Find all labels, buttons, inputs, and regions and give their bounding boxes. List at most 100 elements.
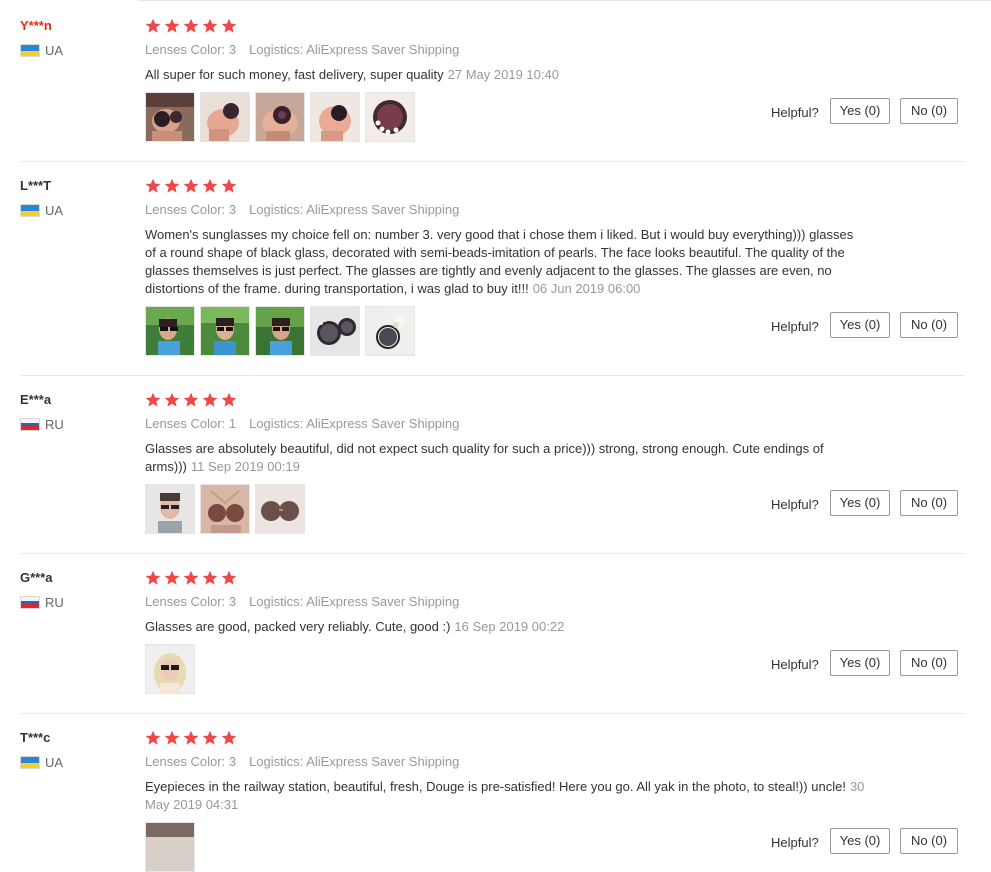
review-photo-thumbnail[interactable] — [200, 484, 250, 534]
star-icon — [221, 730, 237, 746]
star-icon — [183, 178, 199, 194]
star-icon — [221, 570, 237, 586]
reviewer-name: G***a — [20, 570, 53, 585]
ru-flag-icon — [20, 418, 40, 431]
review-photo-thumbnail[interactable] — [365, 92, 415, 142]
top-divider — [138, 0, 991, 1]
review-divider — [20, 161, 965, 162]
star-icon — [164, 730, 180, 746]
logistics-label: Logistics: — [249, 754, 304, 769]
country-code: RU — [45, 595, 64, 610]
star-icon — [183, 730, 199, 746]
helpful-no-button[interactable]: No (0) — [900, 650, 958, 676]
review-attributes: Lenses Color: 3 Logistics: AliExpress Sav… — [145, 42, 459, 58]
helpful-no-button[interactable]: No (0) — [900, 490, 958, 516]
lenses-color-value: 1 — [228, 416, 237, 431]
lenses-color-value: 3 — [228, 202, 237, 217]
review-item: L***T UA Lenses Color: 3 Logistics: AliExpr… — [0, 178, 991, 375]
logistics-label: Logistics: — [249, 594, 304, 609]
ua-flag-icon — [20, 756, 40, 769]
review-text: Women's sunglasses my choice fell on: nu… — [145, 226, 865, 298]
reviewer-name: L***T — [20, 178, 52, 193]
review-body: Glasses are good, packed very reliably. … — [145, 619, 451, 634]
lenses-color-value: 3 — [228, 754, 237, 769]
helpful-no-button[interactable]: No (0) — [900, 98, 958, 124]
logistics-label: Logistics: — [249, 42, 304, 57]
lenses-color-label: Lenses Color: — [145, 594, 226, 609]
star-icon — [145, 392, 161, 408]
photo-image — [201, 485, 249, 533]
photo-image — [311, 307, 359, 355]
helpful-yes-button[interactable]: Yes (0) — [830, 490, 890, 516]
review-divider — [20, 553, 965, 554]
photo-image — [146, 645, 194, 693]
review-body: Women's sunglasses my choice fell on: nu… — [145, 227, 854, 296]
logistics-value: AliExpress Saver Shipping — [306, 754, 460, 769]
review-photo-thumbnail[interactable] — [200, 306, 250, 356]
review-attributes: Lenses Color: 3 Logistics: AliExpress Sav… — [145, 754, 459, 770]
star-icon — [164, 570, 180, 586]
ru-flag-icon — [20, 596, 40, 609]
helpful-no-button[interactable]: No (0) — [900, 828, 958, 854]
star-icon — [221, 392, 237, 408]
photo-image — [256, 307, 304, 355]
helpful-yes-button[interactable]: Yes (0) — [830, 312, 890, 338]
logistics-value: AliExpress Saver Shipping — [306, 416, 460, 431]
country-code: UA — [45, 43, 64, 58]
review-photo-thumbnail[interactable] — [255, 306, 305, 356]
review-photo-thumbnail[interactable] — [310, 306, 360, 356]
review-attributes: Lenses Color: 3 Logistics: AliExpress Sav… — [145, 594, 459, 610]
review-photo-thumbnail[interactable] — [145, 484, 195, 534]
lenses-color-label: Lenses Color: — [145, 202, 226, 217]
star-icon — [202, 730, 218, 746]
review-photo-thumbnail[interactable] — [200, 92, 250, 142]
helpful-no-button[interactable]: No (0) — [900, 312, 958, 338]
star-icon — [145, 730, 161, 746]
photo-image — [146, 485, 194, 533]
review-photo-thumbnail[interactable] — [255, 484, 305, 534]
review-body: All super for such money, fast delivery,… — [145, 67, 444, 82]
lenses-color-label: Lenses Color: — [145, 754, 226, 769]
review-date: 16 Sep 2019 00:22 — [454, 619, 565, 634]
helpful-label: Helpful? — [771, 105, 819, 120]
review-photo-thumbnail[interactable] — [145, 644, 195, 694]
helpful-yes-button[interactable]: Yes (0) — [830, 828, 890, 854]
helpful-yes-button[interactable]: Yes (0) — [830, 98, 890, 124]
helpful-yes-button[interactable]: Yes (0) — [830, 650, 890, 676]
star-icon — [145, 18, 161, 34]
review-photo-thumbnail[interactable] — [255, 92, 305, 142]
logistics-value: AliExpress Saver Shipping — [306, 42, 460, 57]
star-icon — [202, 18, 218, 34]
star-icon — [164, 178, 180, 194]
review-text: Eyepieces in the railway station, beauti… — [145, 778, 865, 814]
photo-image — [256, 485, 304, 533]
ua-flag-icon — [20, 204, 40, 217]
review-attributes: Lenses Color: 1 Logistics: AliExpress Sav… — [145, 416, 459, 432]
review-photo-thumbnail[interactable] — [310, 92, 360, 142]
helpful-label: Helpful? — [771, 835, 819, 850]
review-item: T***c UA Lenses Color: 3 Logistics: AliExpr… — [0, 730, 991, 872]
photo-image — [311, 93, 359, 141]
review-photo-thumbnail[interactable] — [365, 306, 415, 356]
review-attributes: Lenses Color: 3 Logistics: AliExpress Sav… — [145, 202, 459, 218]
lenses-color-label: Lenses Color: — [145, 416, 226, 431]
review-photo-thumbnail[interactable] — [145, 822, 195, 872]
helpful-label: Helpful? — [771, 497, 819, 512]
country-code: UA — [45, 755, 64, 770]
reviewer-name: T***c — [20, 730, 51, 745]
star-icon — [164, 18, 180, 34]
photo-image — [146, 93, 194, 141]
logistics-label: Logistics: — [249, 416, 304, 431]
review-photo-thumbnail[interactable] — [145, 306, 195, 356]
review-photo-thumbnail[interactable] — [145, 92, 195, 142]
photo-image — [366, 93, 414, 141]
review-text: All super for such money, fast delivery,… — [145, 66, 865, 84]
review-divider — [20, 713, 965, 714]
star-icon — [202, 178, 218, 194]
review-item: G***a RU Lenses Color: 3 Logistics: AliExpr… — [0, 570, 991, 713]
star-icon — [145, 570, 161, 586]
lenses-color-value: 3 — [228, 594, 237, 609]
star-icon — [164, 392, 180, 408]
logistics-value: AliExpress Saver Shipping — [306, 594, 460, 609]
review-item: E***a RU Lenses Color: 1 Logistics: AliExpr… — [0, 392, 991, 553]
